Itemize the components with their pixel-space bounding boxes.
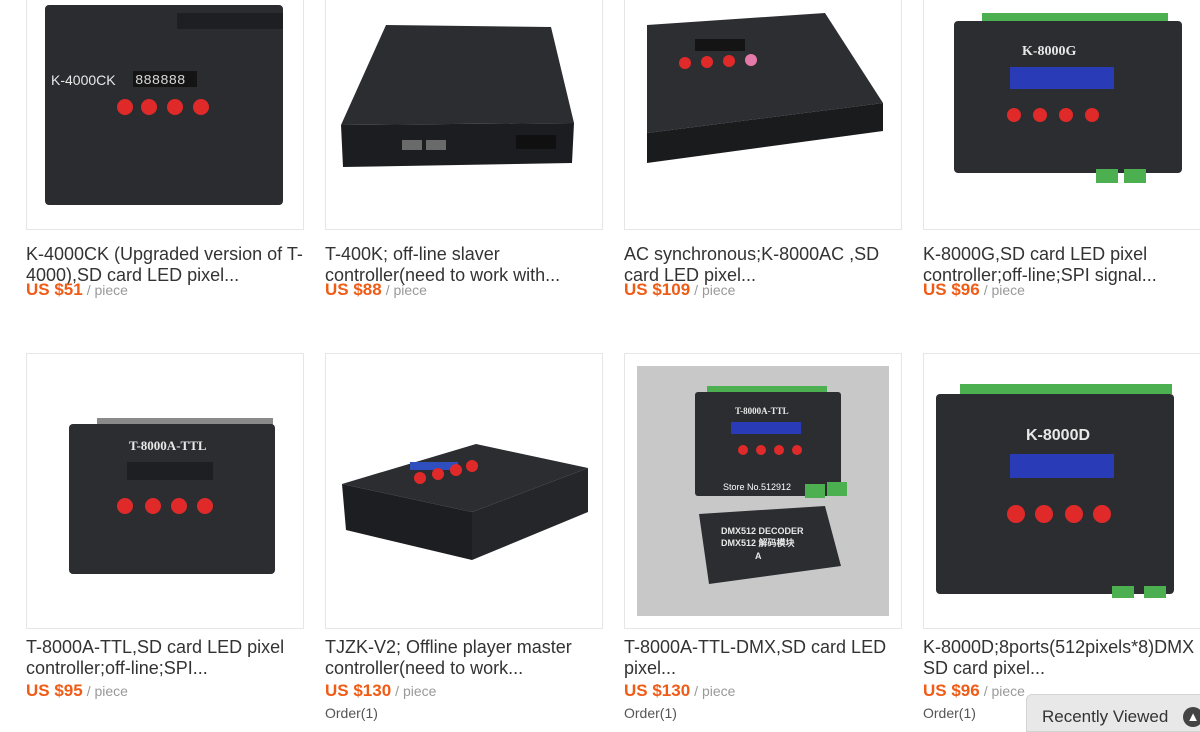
price: US $96 [923, 280, 980, 299]
price: US $95 [26, 681, 83, 700]
price-unit: / piece [395, 683, 437, 699]
price-unit: / piece [983, 683, 1025, 699]
product-image[interactable]: K-4000CK 888888 [26, 0, 304, 230]
device-label: K-4000CK [51, 72, 116, 88]
svg-text:888888: 888888 [135, 73, 185, 89]
device-label: T-8000A-TTL [129, 438, 207, 453]
product-image[interactable]: T-8000A-TTL Store No.512912 DMX512 DECOD… [624, 353, 902, 629]
price-unit: / piece [983, 282, 1025, 298]
device-label: K-8000D [1026, 427, 1090, 444]
price-line: US $95/ piece [26, 681, 128, 701]
product-title[interactable]: T-8000A-TTL-DMX,SD card LED pixel... [624, 637, 902, 679]
price-unit: / piece [86, 282, 128, 298]
price-line: US $109/ piece [624, 280, 735, 300]
device-label: DMX512 解码模块 [721, 537, 796, 548]
price-line: US $88/ piece [325, 280, 427, 300]
price-line: US $130/ piece [624, 681, 735, 701]
device-label: DMX512 DECODER [721, 526, 804, 536]
order-count: Order(1) [923, 705, 976, 721]
chevron-up-icon: ▲ [1183, 707, 1200, 727]
product-title[interactable]: TJZK-V2; Offline player master controller… [325, 637, 603, 679]
watermark: Store No.512912 [723, 482, 791, 492]
price-unit: / piece [694, 282, 736, 298]
price: US $130 [624, 681, 691, 700]
product-grid: K-4000CK 888888 K-4000CK (Upgraded versi… [0, 0, 1200, 725]
device-label: T-8000A-TTL [735, 406, 789, 416]
price-line: US $96/ piece [923, 280, 1025, 300]
price: US $109 [624, 280, 691, 299]
product-card[interactable]: T-400K; off-line slaver controller(need t… [325, 0, 603, 314]
product-image[interactable] [325, 0, 603, 230]
price-line: US $96/ piece [923, 681, 1025, 701]
order-count: Order(1) [325, 705, 378, 721]
recently-viewed-label: Recently Viewed [1042, 707, 1169, 726]
price: US $88 [325, 280, 382, 299]
product-image[interactable]: K-8000G [923, 0, 1200, 230]
price: US $51 [26, 280, 83, 299]
product-card[interactable]: AC synchronous;K-8000AC ,SD card LED pixe… [624, 0, 902, 314]
product-card[interactable]: TJZK-V2; Offline player master controller… [325, 353, 603, 725]
product-title[interactable]: T-8000A-TTL,SD card LED pixel controller;… [26, 637, 304, 679]
product-image[interactable]: T-8000A-TTL [26, 353, 304, 629]
device-label: K-8000G [1022, 44, 1077, 59]
price-unit: / piece [385, 282, 427, 298]
product-title[interactable]: K-8000D;8ports(512pixels*8)DMX SD card pi… [923, 637, 1200, 679]
price: US $130 [325, 681, 392, 700]
product-card[interactable]: T-8000A-TTL Store No.512912 DMX512 DECOD… [624, 353, 902, 725]
order-count: Order(1) [624, 705, 677, 721]
product-image[interactable] [325, 353, 603, 629]
price-line: US $130/ piece [325, 681, 436, 701]
device-label: A [755, 551, 762, 561]
product-image[interactable]: K-8000D [923, 353, 1200, 629]
product-card[interactable]: T-8000A-TTL T-8000A-TTL,SD card LED pixe… [26, 353, 304, 725]
product-card[interactable]: K-8000D K-8000D;8ports(512pixels*8)DMX SD… [923, 353, 1200, 725]
price-unit: / piece [86, 683, 128, 699]
price-unit: / piece [694, 683, 736, 699]
price-line: US $51/ piece [26, 280, 128, 300]
price: US $96 [923, 681, 980, 700]
product-image[interactable] [624, 0, 902, 230]
recently-viewed-button[interactable]: Recently Viewed ▲ [1026, 694, 1200, 732]
product-card[interactable]: K-4000CK 888888 K-4000CK (Upgraded versi… [26, 0, 304, 314]
product-card[interactable]: K-8000G K-8000G,SD card LED pixel control… [923, 0, 1200, 314]
